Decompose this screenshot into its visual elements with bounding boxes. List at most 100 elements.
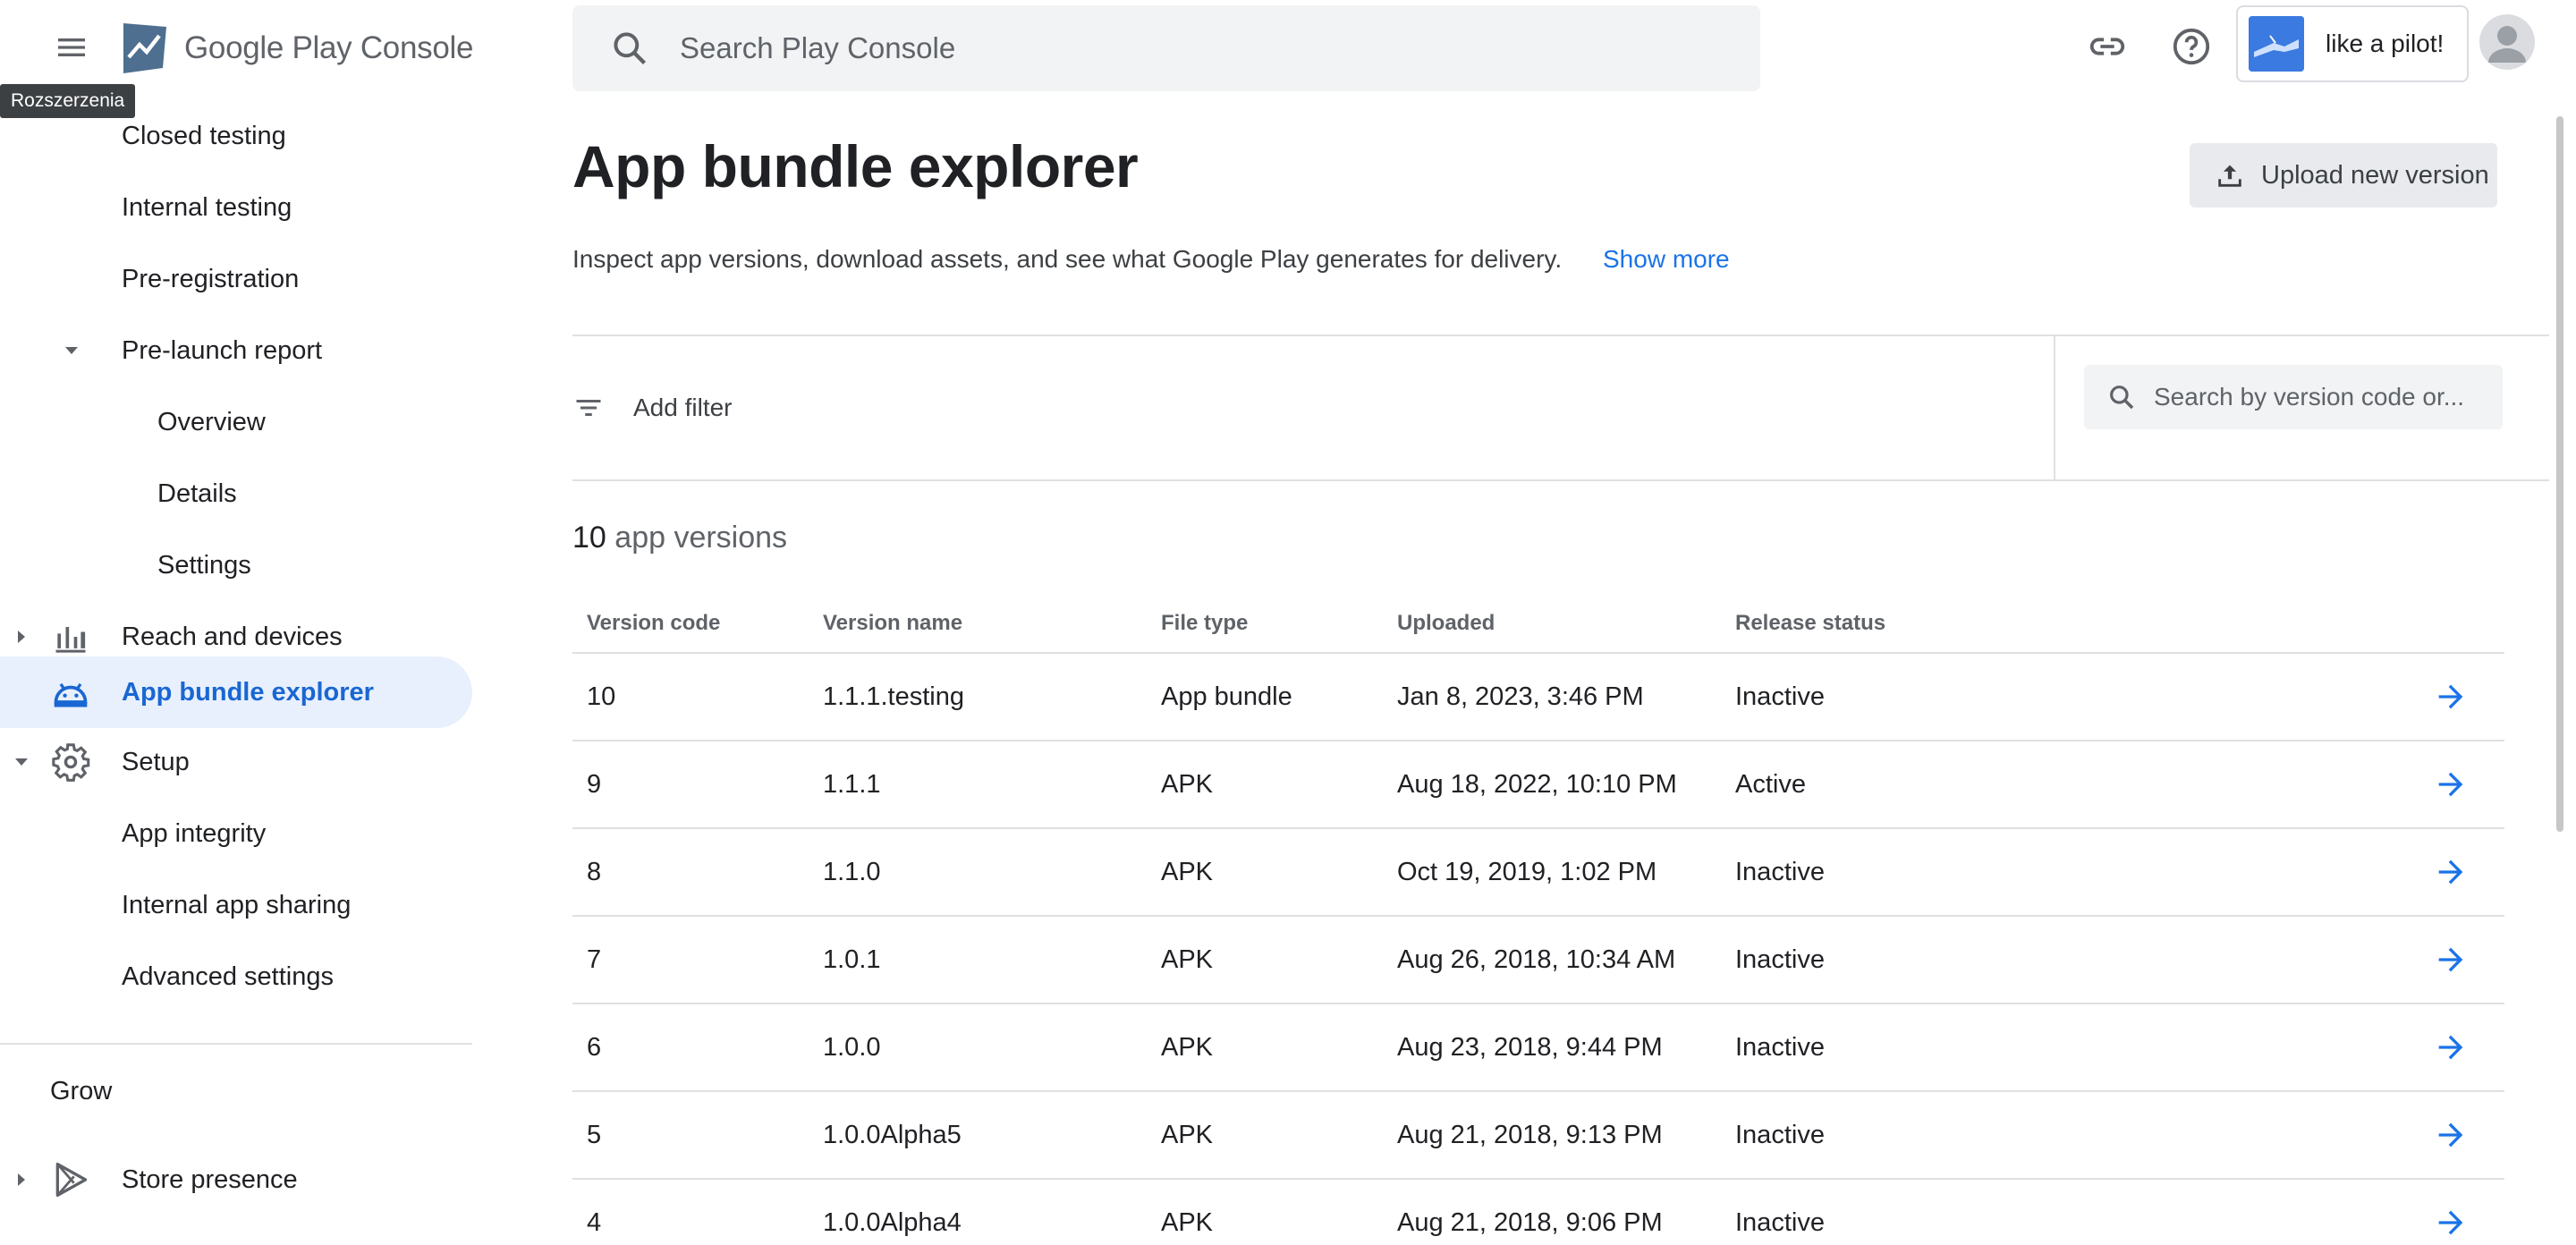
cell-file-type: APK [1147,741,1383,829]
sidebar-item-label: Pre-launch report [122,335,323,365]
account-avatar[interactable] [2479,14,2535,70]
cell-release-status: Inactive [1721,653,2347,741]
sidebar-item-internal-testing[interactable]: Internal testing [0,172,472,243]
sidebar-divider [0,1043,472,1045]
sidebar-item-label: Overview [157,407,266,436]
link-icon [2089,38,2125,55]
cell-version-name: 1.0.0 [809,1004,1147,1092]
arrow-right-icon[interactable] [2433,854,2469,890]
column-header-version-code[interactable]: Version code [572,594,809,654]
column-header-release-status[interactable]: Release status [1721,594,2347,654]
caret-down-icon [61,340,82,361]
versions-table: Version code Version name File type Uplo… [572,594,2504,1245]
sidebar: Closed testing Internal testing Pre-regi… [0,97,474,1245]
sidebar-item-store-presence[interactable]: Store presence [0,1144,472,1215]
table-row[interactable]: 4 1.0.0Alpha4 APK Aug 21, 2018, 9:06 PM Inac… [572,1179,2504,1245]
cell-file-type: App bundle [1147,653,1383,741]
table-row[interactable]: 8 1.1.0 APK Oct 19, 2019, 1:02 PM Inactive [572,828,2504,917]
cell-uploaded: Oct 19, 2019, 1:02 PM [1383,828,1721,917]
row-open-cell[interactable] [2347,916,2504,1004]
global-search-input[interactable] [680,31,1574,65]
upload-new-version-button[interactable]: Upload new version [2190,143,2497,208]
page-description: Inspect app versions, download assets, a… [572,245,1563,273]
column-header-file-type[interactable]: File type [1147,594,1383,654]
cell-version-code: 6 [572,1004,809,1092]
cell-version-name: 1.1.1 [809,741,1147,829]
app-name: like a pilot! [2326,30,2445,57]
menu-button[interactable] [43,23,100,72]
row-open-cell[interactable] [2347,1179,2504,1245]
global-search[interactable] [572,5,1760,91]
arrow-right-icon[interactable] [2433,942,2469,978]
help-button[interactable] [2165,20,2218,73]
link-button[interactable] [2080,20,2134,73]
column-header-uploaded[interactable]: Uploaded [1383,594,1721,654]
table-row[interactable]: 5 1.0.0Alpha5 APK Aug 21, 2018, 9:13 PM Inac… [572,1091,2504,1180]
cell-version-code: 10 [572,653,809,741]
search-icon [2110,385,2134,410]
page-scrollbar[interactable] [2556,116,2563,832]
row-open-cell[interactable] [2347,1004,2504,1092]
arrow-right-icon[interactable] [2433,679,2469,715]
sidebar-item-setup[interactable]: Setup [0,726,472,798]
sidebar-item-pre-registration[interactable]: Pre-registration [0,243,472,315]
sidebar-item-internal-app-sharing[interactable]: Internal app sharing [0,869,472,941]
cell-uploaded: Aug 18, 2022, 10:10 PM [1383,741,1721,829]
play-console-logo-icon [123,23,166,73]
gear-icon [50,741,91,783]
cell-uploaded: Aug 21, 2018, 9:06 PM [1383,1179,1721,1245]
sidebar-item-label: Reach and devices [122,622,343,651]
version-search[interactable] [2084,365,2503,429]
row-open-cell[interactable] [2347,1091,2504,1180]
arrow-right-icon[interactable] [2433,766,2469,802]
play-console-logo[interactable]: Google Play Console [120,21,473,75]
cell-uploaded: Aug 23, 2018, 9:44 PM [1383,1004,1721,1092]
sidebar-item-pre-launch-report[interactable]: Pre-launch report [0,315,472,386]
sidebar-item-app-integrity[interactable]: App integrity [0,798,472,869]
versions-table-body: 10 1.1.1.testing App bundle Jan 8, 2023, 3:… [572,653,2504,1245]
cell-file-type: APK [1147,1004,1383,1092]
cell-file-type: APK [1147,916,1383,1004]
sidebar-item-label: App bundle explorer [122,677,374,707]
cell-release-status: Inactive [1721,1179,2347,1245]
table-row[interactable]: 6 1.0.0 APK Aug 23, 2018, 9:44 PM Inactive [572,1004,2504,1092]
filter-bar: Add filter [572,335,2549,481]
upload-button-label: Upload new version [2261,160,2489,190]
table-row[interactable]: 7 1.0.1 APK Aug 26, 2018, 10:34 AM Inactive [572,916,2504,1004]
sidebar-item-label: Store presence [122,1165,298,1194]
sidebar-item-app-bundle-explorer[interactable]: App bundle explorer [0,656,472,728]
row-open-cell[interactable] [2347,741,2504,829]
sidebar-item-label: Internal testing [122,192,292,222]
page-title: App bundle explorer [572,133,1139,199]
show-more-link[interactable]: Show more [1603,245,1730,274]
column-header-version-name[interactable]: Version name [809,594,1147,654]
sidebar-item-settings[interactable]: Settings [0,529,472,601]
sidebar-item-advanced-settings[interactable]: Advanced settings [0,941,472,1012]
row-open-cell[interactable] [2347,828,2504,917]
cell-version-name: 1.1.0 [809,828,1147,917]
caret-right-icon [11,1169,32,1190]
sidebar-item-label: Internal app sharing [122,890,352,919]
sidebar-item-overview[interactable]: Overview [0,386,472,458]
cell-file-type: APK [1147,1179,1383,1245]
add-filter-button[interactable]: Add filter [572,383,733,433]
arrow-right-icon[interactable] [2433,1205,2469,1241]
version-search-input[interactable] [2154,383,2494,411]
arrow-right-icon[interactable] [2433,1117,2469,1153]
sidebar-item-label: Settings [157,550,251,580]
cell-uploaded: Jan 8, 2023, 3:46 PM [1383,653,1721,741]
cell-release-status: Inactive [1721,1004,2347,1092]
top-bar: Google Play Console Rozszerzenia like a … [0,0,2576,118]
cell-release-status: Inactive [1721,1091,2347,1180]
table-row[interactable]: 10 1.1.1.testing App bundle Jan 8, 2023, 3:… [572,653,2504,741]
sidebar-item-label: Pre-registration [122,264,300,293]
arrow-right-icon[interactable] [2433,1029,2469,1065]
sidebar-item-details[interactable]: Details [0,458,472,529]
table-header-row: Version code Version name File type Uplo… [572,594,2504,654]
row-open-cell[interactable] [2347,653,2504,741]
table-row[interactable]: 9 1.1.1 APK Aug 18, 2022, 10:10 PM Active [572,741,2504,829]
app-selector[interactable]: like a pilot! [2236,5,2469,82]
android-icon [50,672,91,713]
sidebar-item-label: Closed testing [122,121,286,150]
filter-icon [576,400,601,416]
